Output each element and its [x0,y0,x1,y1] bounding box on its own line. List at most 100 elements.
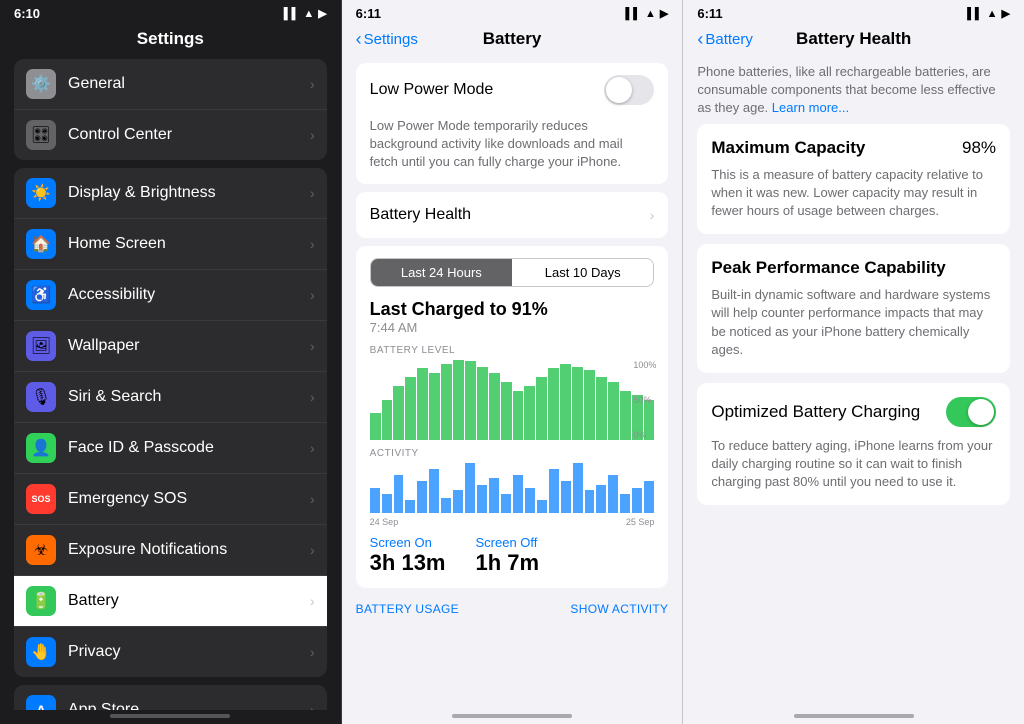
battery-bar [429,373,440,440]
opt-charge-toggle[interactable] [946,397,996,427]
learn-more-link[interactable]: Learn more... [772,100,849,115]
settings-row-display[interactable]: ☀️ Display & Brightness › [14,168,327,219]
settings-row-appstore[interactable]: A App Store › [14,685,327,710]
sos-chevron: › [310,491,315,507]
settings-row-sos[interactable]: SOS Emergency SOS › [14,474,327,525]
battery-icon-right: ▶ [1002,7,1010,20]
activity-chart [370,463,655,513]
low-power-row: Low Power Mode [356,63,669,117]
capacity-row: Maximum Capacity 98% [711,138,996,158]
screen-off-value: 1h 7m [476,550,540,576]
settings-row-general[interactable]: ⚙️ General › [14,59,327,110]
settings-row-accessibility[interactable]: ♿ Accessibility › [14,270,327,321]
back-to-settings[interactable]: ‹ Settings [356,29,418,50]
siri-icon: 🎙 [26,382,56,412]
privacy-label: Privacy [68,643,310,661]
activity-bar [489,478,499,513]
tab-10d[interactable]: Last 10 Days [512,259,653,286]
screen-on-value: 3h 13m [370,550,446,576]
capacity-title: Maximum Capacity [711,138,865,158]
appstore-icon: A [26,695,56,710]
sos-label: Emergency SOS [68,490,310,508]
accessibility-chevron: › [310,287,315,303]
settings-row-battery[interactable]: 🔋 Battery › [14,576,327,627]
settings-row-exposure[interactable]: ☣ Exposure Notifications › [14,525,327,576]
battery-row-label: Battery [68,592,310,610]
faceid-label: Face ID & Passcode [68,439,310,457]
activity-bar [549,469,559,513]
exposure-label: Exposure Notifications [68,541,310,559]
opt-charge-row: Optimized Battery Charging [711,397,996,427]
settings-panel: 6:10 ▌▌ ▲ ▶ Settings ⚙️ General › 🎛 Cont… [0,0,342,724]
battery-row-icon: 🔋 [26,586,56,616]
battery-health-row[interactable]: Battery Health › [356,192,669,238]
chart-card: Last 24 Hours Last 10 Days Last Charged … [356,246,669,588]
low-power-toggle[interactable] [604,75,654,105]
battery-bar [608,382,619,440]
x-label-left: 24 Sep [370,517,399,527]
wifi-icon: ▲ [303,8,314,20]
control-center-chevron: › [310,127,315,143]
battery-bar [584,370,595,439]
settings-row-privacy[interactable]: 🤚 Privacy › [14,627,327,677]
back-arrow-right: ‹ [697,29,703,50]
screen-on-stat: Screen On 3h 13m [370,535,446,576]
settings-row-wallpaper[interactable]: 🖼 Wallpaper › [14,321,327,372]
time-right: 6:11 [697,6,722,21]
footer-show-activity[interactable]: SHOW ACTIVITY [570,602,668,616]
battery-bar [632,395,643,439]
battery-bar [560,364,571,440]
control-center-icon: 🎛 [26,120,56,150]
activity-bar [477,485,487,513]
status-bar-right: 6:11 ▌▌ ▲ ▶ [683,0,1024,25]
activity-bar [620,494,630,513]
battery-icon-mid: ▶ [660,7,668,20]
battery-health-card[interactable]: Battery Health › [356,192,669,238]
x-label-right: 25 Sep [626,517,655,527]
activity-bar [429,469,439,513]
battery-scroll: Low Power Mode Low Power Mode temporaril… [342,55,683,710]
tab-24h[interactable]: Last 24 Hours [371,259,512,286]
battery-bar [548,368,559,439]
settings-row-home-screen[interactable]: 🏠 Home Screen › [14,219,327,270]
chart-tabs[interactable]: Last 24 Hours Last 10 Days [370,258,655,287]
signal-icon-mid: ▌▌ [625,8,641,20]
time-left: 6:10 [14,6,40,21]
battery-bar [417,368,428,439]
settings-row-siri[interactable]: 🎙 Siri & Search › [14,372,327,423]
battery-level-label: BATTERY LEVEL [370,345,655,356]
display-label: Display & Brightness [68,184,310,202]
perf-desc: Built-in dynamic software and hardware s… [711,286,996,359]
general-label: General [68,75,310,93]
control-center-label: Control Center [68,126,310,144]
privacy-icon: 🤚 [26,637,56,667]
settings-row-control-center[interactable]: 🎛 Control Center › [14,110,327,160]
time-mid: 6:11 [356,6,381,21]
opt-toggle-thumb [968,399,994,425]
charged-time: 7:44 AM [370,320,655,335]
accessibility-icon: ♿ [26,280,56,310]
activity-bar [465,463,475,513]
status-bar-mid: 6:11 ▌▌ ▲ ▶ [342,0,683,25]
faceid-chevron: › [310,440,315,456]
battery-health-chevron: › [650,207,655,223]
intro-text: Phone batteries, like all rechargeable b… [697,63,1010,118]
back-to-battery[interactable]: ‹ Battery [697,29,753,50]
battery-panel: 6:11 ▌▌ ▲ ▶ ‹ Settings Battery Low Power… [342,0,684,724]
mid-footer: BATTERY USAGE SHOW ACTIVITY [342,596,683,626]
battery-bar [644,400,655,440]
activity-bar [573,463,583,513]
home-indicator-mid [452,714,572,718]
footer-battery-usage[interactable]: BATTERY USAGE [356,602,459,616]
status-icons-right: ▌▌ ▲ ▶ [967,7,1010,20]
settings-row-faceid[interactable]: 👤 Face ID & Passcode › [14,423,327,474]
exposure-chevron: › [310,542,315,558]
general-icon: ⚙️ [26,69,56,99]
battery-health-panel: 6:11 ▌▌ ▲ ▶ ‹ Battery Battery Health Pho… [683,0,1024,724]
general-chevron: › [310,76,315,92]
battery-bar [513,391,524,440]
appstore-label: App Store [68,701,310,710]
activity-label: ACTIVITY [370,448,655,459]
battery-bar [405,377,416,439]
settings-nav: Settings [0,25,341,55]
